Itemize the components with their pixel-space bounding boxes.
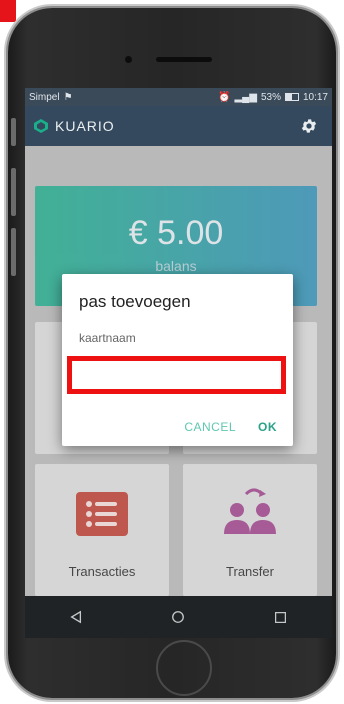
kuario-logo-icon <box>34 119 48 133</box>
tile-transfer[interactable]: Transfer <box>183 464 317 596</box>
earpiece-speaker <box>156 57 212 62</box>
dialog-title: pas toevoegen <box>79 292 191 311</box>
volume-up-button <box>11 168 16 216</box>
app-logo: KUARIO <box>33 118 115 134</box>
card-name-label: kaartnaam <box>79 331 136 345</box>
home-circle-icon[interactable] <box>166 605 190 629</box>
app-title: KUARIO <box>55 118 115 134</box>
alarm-icon: ⏰ <box>218 91 231 103</box>
card-name-input[interactable] <box>67 356 286 394</box>
add-card-dialog: pas toevoegen kaartnaam CANCEL OK <box>62 274 293 446</box>
mute-switch <box>11 118 16 146</box>
phone-screen: Simpel ⚑ ⏰ ▂▄▆ 53% 10:17 KUARIO € 5.00 b… <box>25 88 332 638</box>
red-corner-marker <box>0 0 16 22</box>
clock: 10:17 <box>302 91 328 103</box>
flag-icon: ⚑ <box>63 91 73 103</box>
dialog-actions: CANCEL OK <box>184 420 277 434</box>
app-bar: KUARIO <box>25 106 332 146</box>
battery-percent: 53% <box>260 91 281 103</box>
front-camera <box>125 56 132 63</box>
carrier-name: Simpel <box>29 91 60 103</box>
battery-icon <box>284 93 299 101</box>
back-triangle-icon[interactable] <box>64 605 88 629</box>
volume-down-button <box>11 228 16 276</box>
tile-label-transacties: Transacties <box>68 564 136 579</box>
status-bar: Simpel ⚑ ⏰ ▂▄▆ 53% 10:17 <box>25 88 332 106</box>
signal-icon: ▂▄▆ <box>234 91 257 103</box>
cancel-button[interactable]: CANCEL <box>184 420 236 434</box>
users-transfer-icon <box>224 488 276 534</box>
android-nav-bar <box>25 596 332 638</box>
balance-amount: € 5.00 <box>128 214 224 252</box>
recents-square-icon[interactable] <box>269 605 293 629</box>
tile-label-transfer: Transfer <box>226 564 274 579</box>
ok-button[interactable]: OK <box>258 420 277 434</box>
hardware-home-button[interactable] <box>156 640 212 696</box>
gear-icon[interactable] <box>300 117 318 135</box>
list-icon <box>76 492 128 536</box>
balance-label: balans <box>155 258 197 274</box>
tile-transacties[interactable]: Transacties <box>35 464 169 596</box>
